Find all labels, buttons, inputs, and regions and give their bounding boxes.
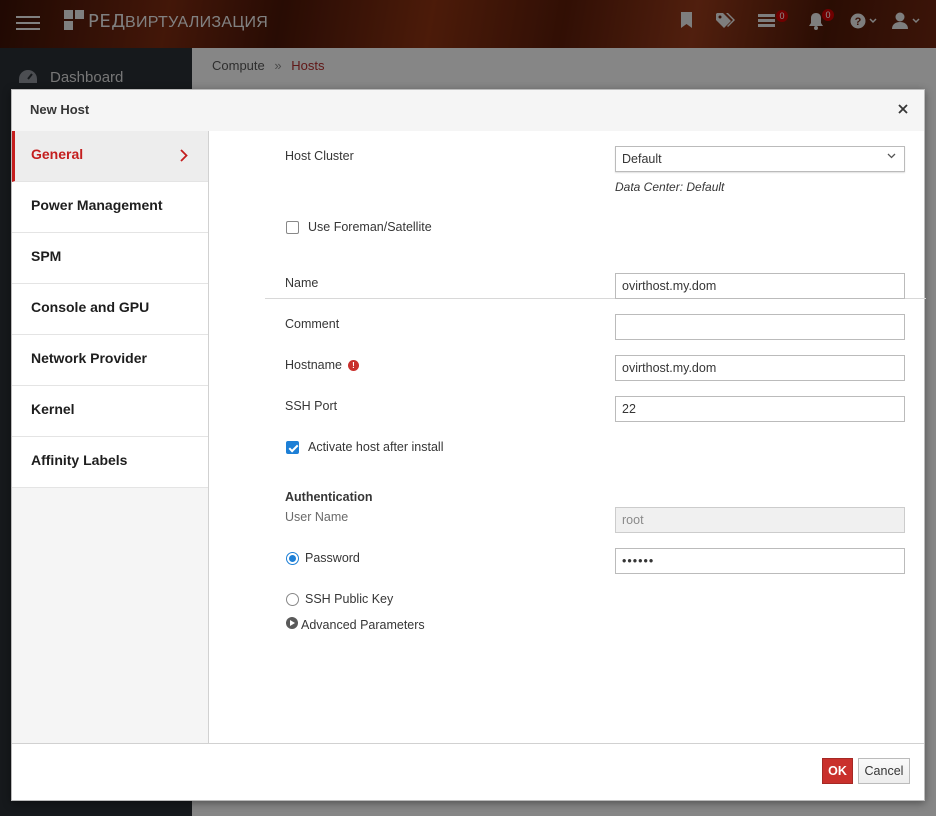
password-label: Password — [305, 551, 360, 565]
ssh-port-input[interactable] — [615, 396, 905, 422]
host-cluster-select[interactable]: Default — [615, 146, 905, 172]
close-icon — [898, 104, 908, 114]
activate-host-checkbox[interactable] — [286, 441, 299, 454]
info-icon[interactable]: ! — [347, 360, 359, 371]
password-input[interactable]: •••••• — [615, 548, 905, 574]
user-name-label: User Name — [285, 510, 349, 524]
name-label: Name — [285, 276, 319, 290]
tab-label: SPM — [31, 248, 62, 264]
expand-arrow-icon[interactable] — [286, 617, 298, 629]
tab-network-provider[interactable]: Network Provider — [12, 335, 208, 386]
host-cluster-label: Host Cluster — [285, 149, 354, 163]
name-input[interactable] — [615, 273, 905, 299]
tab-affinity-labels[interactable]: Affinity Labels — [12, 437, 208, 488]
ssh-public-key-radio[interactable] — [286, 593, 299, 606]
general-form: Host Cluster Default Data Center: Defaul… — [209, 131, 926, 745]
dialog-footer: OK Cancel — [12, 743, 924, 800]
dialog-tabs: General Power Management SPM Console and… — [12, 131, 209, 745]
tab-console-and-gpu[interactable]: Console and GPU — [12, 284, 208, 335]
authentication-title: Authentication — [285, 490, 373, 504]
tab-power-management[interactable]: Power Management — [12, 182, 208, 233]
use-foreman-label: Use Foreman/Satellite — [308, 220, 432, 234]
comment-label: Comment — [285, 317, 340, 331]
comment-input[interactable] — [615, 314, 905, 340]
hostname-input[interactable] — [615, 355, 905, 381]
tab-kernel[interactable]: Kernel — [12, 386, 208, 437]
tab-general[interactable]: General — [12, 131, 208, 182]
new-host-dialog: New Host General Power Management SPM Co… — [11, 89, 926, 801]
ok-button[interactable]: OK — [822, 758, 853, 784]
activate-host-label: Activate host after install — [308, 440, 444, 454]
hostname-label-text: Hostname — [285, 358, 342, 372]
hostname-label: Hostname! — [285, 358, 359, 372]
data-center-hint: Data Center: Default — [615, 180, 725, 194]
tab-label: Network Provider — [31, 350, 147, 366]
tab-label: Power Management — [31, 197, 163, 213]
ssh-public-key-label: SSH Public Key — [305, 592, 394, 606]
dialog-title: New Host — [30, 102, 90, 117]
tab-label: Console and GPU — [31, 299, 150, 315]
dialog-header: New Host — [12, 90, 924, 131]
tab-label: Kernel — [31, 401, 75, 417]
use-foreman-checkbox[interactable] — [286, 221, 299, 234]
tab-spm[interactable]: SPM — [12, 233, 208, 284]
ssh-port-label: SSH Port — [285, 399, 338, 413]
cancel-button[interactable]: Cancel — [858, 758, 910, 784]
chevron-right-icon — [180, 149, 188, 162]
host-cluster-value: Default — [622, 152, 662, 166]
password-radio[interactable] — [286, 552, 299, 565]
user-name-input — [615, 507, 905, 533]
close-button[interactable] — [892, 98, 914, 120]
tab-label: General — [31, 146, 84, 162]
tab-label: Affinity Labels — [31, 452, 128, 468]
chevron-down-icon — [887, 153, 896, 159]
advanced-parameters-toggle[interactable]: Advanced Parameters — [301, 618, 425, 632]
